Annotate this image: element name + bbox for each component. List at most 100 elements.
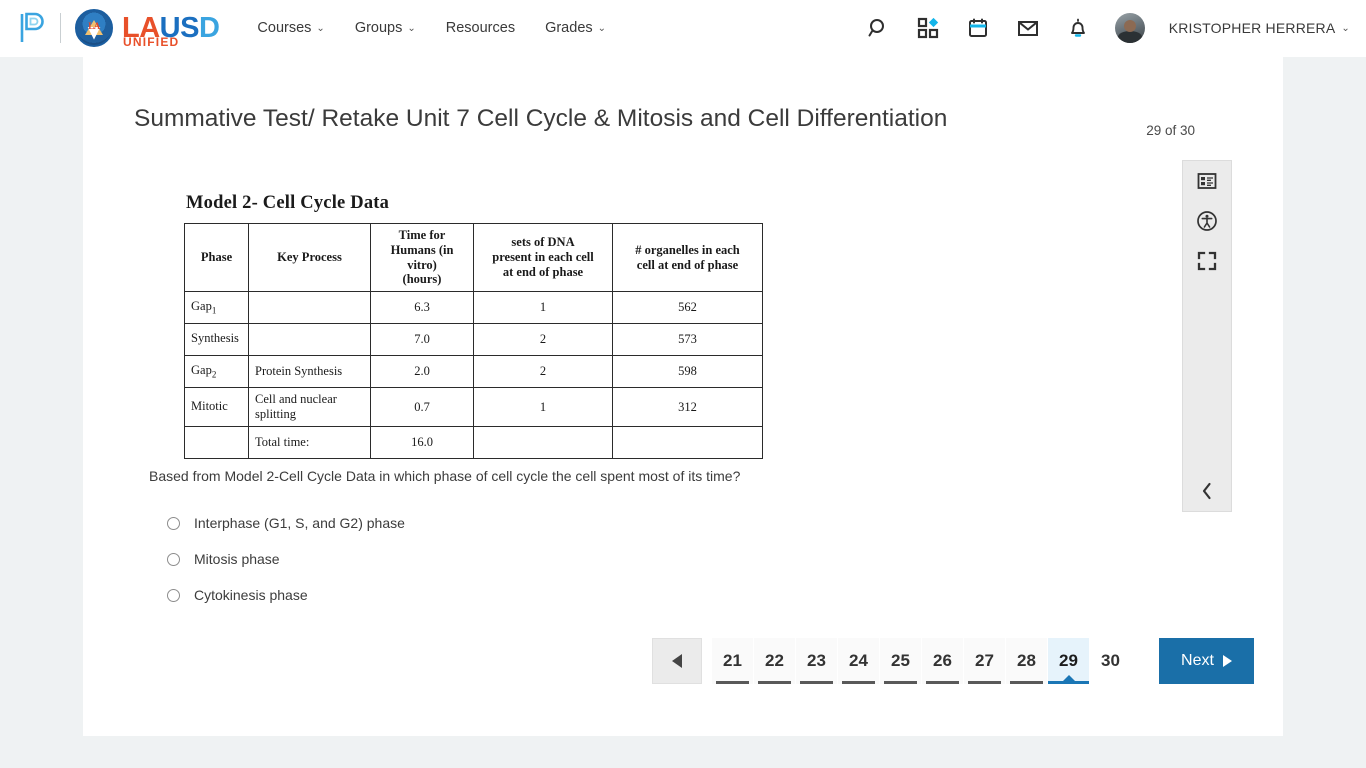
answer-option-3[interactable]: Cytokinesis phase <box>167 577 767 613</box>
lausd-wordmark-unified: UNIFIED <box>123 34 180 49</box>
cell-phase-text: Synthesis <box>191 331 239 346</box>
cell-dna <box>473 426 613 459</box>
lausd-seal-text: LA <box>88 21 100 32</box>
next-question-button[interactable]: Next <box>1159 638 1254 684</box>
column-header-phase: Phase <box>184 223 249 292</box>
answer-option-1[interactable]: Interphase (G1, S, and G2) phase <box>167 505 767 541</box>
brand-divider <box>60 13 61 43</box>
nav-item-grades[interactable]: Grades ⌄ <box>545 20 606 36</box>
cell-time: 16.0 <box>370 426 474 459</box>
question-counter: 29 of 30 <box>1146 123 1195 138</box>
radio-button-icon[interactable] <box>167 588 180 602</box>
table-row: Gap1 6.3 1 562 <box>184 291 763 324</box>
lausd-seal-icon: LA <box>75 9 113 47</box>
cell-phase: Synthesis <box>184 323 249 356</box>
chevron-down-icon: ⌄ <box>407 22 416 34</box>
pagination-page-26[interactable]: 26 <box>922 638 964 684</box>
pagination-page-24[interactable]: 24 <box>838 638 880 684</box>
cell-organelles: 598 <box>612 355 763 388</box>
header-actions: KRISTOPHER HERRERA ⌄ <box>865 13 1366 43</box>
pagination-page-27[interactable]: 27 <box>964 638 1006 684</box>
cell-phase-text: Gap <box>191 299 212 314</box>
next-question-label: Next <box>1181 652 1214 669</box>
nav-item-courses-label: Courses <box>257 20 312 36</box>
pagination-page-30[interactable]: 30 <box>1090 638 1132 684</box>
model-2-table: Phase Key Process Time for Humans (in vi… <box>184 223 763 459</box>
user-menu[interactable]: KRISTOPHER HERRERA ⌄ <box>1169 20 1350 36</box>
pagination-page-26-label: 26 <box>933 651 952 670</box>
column-header-time-line1: Time for <box>398 228 446 242</box>
pagination-page-21[interactable]: 21 <box>712 638 754 684</box>
brand-area: LA LAUSD UNIFIED <box>0 9 220 48</box>
column-header-dna: sets of DNA present in each cell at end … <box>473 223 613 292</box>
cell-key-process: Protein Synthesis <box>248 355 371 388</box>
answer-option-2[interactable]: Mitosis phase <box>167 541 767 577</box>
table-row: Gap2 Protein Synthesis 2.0 2 598 <box>184 355 763 388</box>
assessment-card: Summative Test/ Retake Unit 7 Cell Cycle… <box>83 57 1283 736</box>
pagination: 21 22 23 24 25 26 27 28 29 30 Next <box>652 638 1254 684</box>
table-row-total: Total time: 16.0 <box>184 426 763 459</box>
cell-phase: Mitotic <box>184 387 249 427</box>
notifications-bell-icon[interactable] <box>1065 15 1091 41</box>
cell-dna: 1 <box>473 291 613 324</box>
pagination-page-21-label: 21 <box>723 651 742 670</box>
assessment-tool-rail <box>1182 160 1232 512</box>
apps-grid-icon[interactable] <box>915 15 941 41</box>
cell-key-process: Total time: <box>248 426 371 459</box>
nav-item-groups-label: Groups <box>354 20 403 36</box>
pagination-page-22[interactable]: 22 <box>754 638 796 684</box>
pagination-page-29-current[interactable]: 29 <box>1048 638 1090 684</box>
avatar[interactable] <box>1114 13 1145 43</box>
cell-time: 2.0 <box>370 355 474 388</box>
pagination-page-23-label: 23 <box>807 651 826 670</box>
column-header-dna-line2: present in each cell <box>492 250 594 265</box>
pagination-prev-button[interactable] <box>652 638 702 684</box>
pagination-page-23[interactable]: 23 <box>796 638 838 684</box>
question-list-icon[interactable] <box>1182 161 1232 201</box>
pagination-page-25[interactable]: 25 <box>880 638 922 684</box>
column-header-time-line4: (hours) <box>402 272 442 287</box>
pagination-page-28[interactable]: 28 <box>1006 638 1048 684</box>
cell-time: 6.3 <box>370 291 474 324</box>
nav-item-grades-label: Grades <box>545 20 593 36</box>
calendar-icon[interactable] <box>965 15 991 41</box>
nav-item-resources-label: Resources <box>445 20 516 36</box>
model-2-title: Model 2- Cell Cycle Data <box>186 193 390 213</box>
fullscreen-icon[interactable] <box>1182 241 1232 281</box>
cell-organelles: 562 <box>612 291 763 324</box>
powerschool-logo-icon[interactable] <box>18 11 48 45</box>
lausd-wordmark[interactable]: LAUSD UNIFIED <box>122 13 220 48</box>
nav-item-groups[interactable]: Groups ⌄ <box>355 20 416 36</box>
next-arrow-icon <box>1222 655 1232 667</box>
pagination-page-24-label: 24 <box>849 651 868 670</box>
accessibility-icon[interactable] <box>1182 201 1232 241</box>
pagination-page-29-label: 29 <box>1059 651 1078 670</box>
cell-organelles: 573 <box>612 323 763 356</box>
chevron-down-icon: ⌄ <box>597 22 607 34</box>
cell-phase: Gap1 <box>184 291 249 324</box>
cell-time: 0.7 <box>370 387 474 427</box>
cell-organelles: 312 <box>612 387 763 427</box>
answer-option-2-label: Mitosis phase <box>194 551 280 567</box>
radio-button-icon[interactable] <box>167 516 180 530</box>
table-row: Synthesis 7.0 2 573 <box>184 323 763 356</box>
page-title: Summative Test/ Retake Unit 7 Cell Cycle… <box>134 105 948 132</box>
nav-item-courses[interactable]: Courses ⌄ <box>257 20 324 36</box>
column-header-time-line2: Humans (in <box>390 242 454 257</box>
nav-item-resources[interactable]: Resources <box>446 20 515 36</box>
cell-phase-text: Gap <box>191 363 212 378</box>
cell-dna: 2 <box>473 355 613 388</box>
mail-icon[interactable] <box>1015 15 1041 41</box>
cell-phase-text: Mitotic <box>191 398 228 413</box>
search-icon[interactable] <box>865 15 891 41</box>
model-2-figure: Model 2- Cell Cycle Data Phase Key Proce… <box>184 193 763 459</box>
pagination-page-25-label: 25 <box>891 651 910 670</box>
cell-key-process <box>248 291 371 324</box>
collapse-chevron-left-icon[interactable] <box>1182 471 1232 511</box>
pagination-page-27-label: 27 <box>975 651 994 670</box>
cell-time: 7.0 <box>370 323 474 356</box>
table-header-row: Phase Key Process Time for Humans (in vi… <box>184 223 763 292</box>
top-navigation-bar: LA LAUSD UNIFIED Courses ⌄ Groups ⌄ Reso… <box>0 0 1366 57</box>
radio-button-icon[interactable] <box>167 552 180 566</box>
cell-phase <box>184 426 249 459</box>
